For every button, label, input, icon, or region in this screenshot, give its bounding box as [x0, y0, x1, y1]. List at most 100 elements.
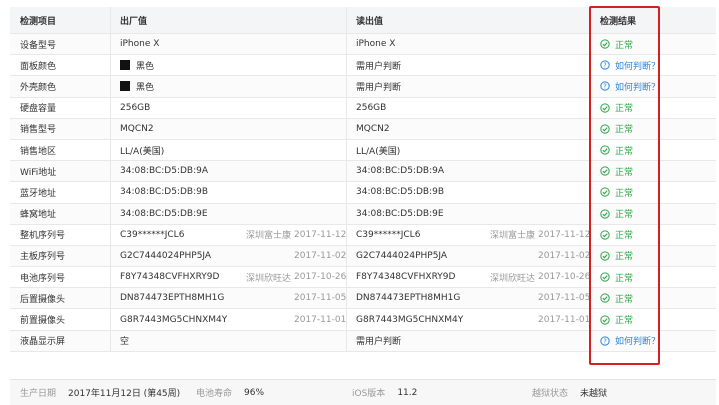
read-value-cell: F8Y74348CVFHXRY9D 深圳欣旺达 2017-10-26 [346, 267, 591, 288]
result-cell: 正常 [590, 97, 716, 118]
factory-value-cell: 黑色 [110, 55, 346, 76]
header-item: 检测项目 [20, 16, 57, 27]
check-circle-icon [600, 230, 615, 240]
result-cell: 正常 [590, 34, 716, 55]
svg-text:?: ? [603, 83, 607, 91]
header-result: 检测结果 [590, 7, 716, 33]
result-status: 正常 [600, 207, 633, 220]
read-date: 2017-10-26 [538, 272, 591, 283]
footer-battery-life: 电池寿命 96% [196, 387, 265, 400]
check-circle-icon [600, 166, 615, 176]
footer-ios-version: iOS版本 11.2 [352, 387, 418, 400]
read-value: 需用户判断 [356, 82, 402, 93]
result-text: 正常 [615, 210, 634, 221]
item-label: 设备型号 [20, 40, 57, 51]
svg-text:?: ? [603, 62, 607, 70]
result-cell: ? 如何判断？ [590, 55, 716, 76]
read-value: 256GB [356, 102, 387, 113]
table-row: 外壳颜色 黑色 需用户判断? 如何判断？ [10, 76, 716, 98]
factory-value: DN874473EPTH8MH1G [120, 293, 225, 304]
read-value-cell: 256GB [346, 97, 590, 118]
read-date: 2017-11-12 [538, 229, 591, 240]
read-value: G2C7444024PHP5JA [356, 250, 448, 261]
factory-value-cell: MQCN2 [110, 118, 346, 139]
result-text: 正常 [615, 146, 634, 157]
result-status: 正常 [600, 313, 633, 326]
header-factory: 出厂值 [110, 7, 346, 33]
result-text: 正常 [615, 167, 634, 178]
inspection-table: 检测项目 出厂值 读出值 检测结果 设备型号 iPhone X iPhone X 正常… [10, 7, 716, 352]
read-value-cell: C39******JCL6 深圳富士康 2017-11-12 [346, 224, 591, 245]
result-cell: 正常 [590, 224, 716, 245]
color-swatch [120, 81, 130, 92]
result-text: 正常 [615, 40, 634, 51]
check-circle-icon [600, 293, 615, 304]
read-date: 2017-11-01 [538, 314, 591, 325]
result-text: 如何判断？ [615, 82, 661, 93]
device-summary-footer: 生产日期 2017年11月12日 (第45周) 电池寿命 96% iOS版本 1… [10, 379, 716, 405]
result-cell: ? 如何判断？ [590, 330, 716, 351]
read-value-cell: 需用户判断 [346, 55, 590, 76]
read-value-cell: G2C7444024PHP5JA 2017-11-02 [346, 245, 591, 267]
result-status: 正常 [600, 122, 633, 135]
result-text: 正常 [615, 188, 634, 199]
factory-date: 2017-11-02 [294, 250, 347, 261]
table-row: 销售型号 MQCN2 MQCN2 正常 [10, 118, 716, 140]
result-status: 正常 [600, 144, 633, 157]
result-status: 正常 [600, 228, 633, 241]
result-text: 正常 [615, 104, 634, 115]
read-value-cell: DN874473EPTH8MH1G 2017-11-05 [346, 288, 590, 309]
factory-value: G8R7443MG5CHNXM4Y [120, 314, 228, 325]
factory-value-cell: G2C7444024PHP5JA 2017-11-02 [110, 245, 347, 267]
table-row: WiFi地址 34:08:BC:D5:DB:9A 34:08:BC:D5:DB:9A… [10, 161, 716, 183]
table-row: 面板颜色 黑色 需用户判断? 如何判断？ [10, 55, 716, 77]
factory-value-cell: LL/A(美国) [110, 139, 346, 161]
result-text: 正常 [615, 231, 634, 242]
factory-value: 空 [120, 337, 130, 348]
item-label: 主板序列号 [20, 252, 66, 263]
result-cell: 正常 [590, 139, 716, 161]
result-status: 正常 [600, 271, 633, 284]
table-row: 硬盘容量 256GB 256GB 正常 [10, 97, 716, 119]
item-label: 销售地区 [20, 146, 57, 157]
table-row: 蜂窝地址 34:08:BC:D5:DB:9E 34:08:BC:D5:DB:9E 正常 [10, 203, 716, 225]
check-circle-icon [600, 102, 615, 113]
table-row: 液晶显示屏 空 需用户判断? 如何判断？ [10, 330, 716, 352]
check-circle-icon [600, 314, 615, 325]
how-to-judge-link[interactable]: ? 如何判断？ [600, 59, 660, 72]
read-source: 深圳富士康 [489, 231, 535, 242]
how-to-judge-link[interactable]: ? 如何判断？ [600, 334, 660, 347]
factory-value-cell: 黑色 [110, 76, 346, 97]
read-value: G8R7443MG5CHNXM4Y [356, 314, 464, 325]
result-text: 如何判断？ [615, 61, 661, 72]
item-label: 硬盘容量 [20, 104, 57, 115]
check-circle-icon [600, 124, 615, 134]
read-value: 需用户判断 [356, 337, 402, 348]
read-value: LL/A(美国) [356, 146, 401, 157]
read-value: F8Y74348CVFHXRY9D [356, 272, 456, 283]
factory-value: 34:08:BC:D5:DB:9B [120, 187, 209, 198]
read-source: 深圳欣旺达 [489, 273, 535, 284]
factory-source: 深圳富士康 [245, 231, 291, 242]
how-to-judge-link[interactable]: ? 如何判断？ [600, 80, 660, 93]
read-value: 34:08:BC:D5:DB:9E [356, 208, 444, 219]
footer-production-date: 生产日期 2017年11月12日 (第45周) [20, 389, 181, 399]
factory-date: 2017-11-05 [294, 293, 347, 304]
factory-value-cell: DN874473EPTH8MH1G 2017-11-05 [110, 288, 347, 309]
svg-text:?: ? [603, 337, 607, 345]
read-value: C39******JCL6 [356, 229, 421, 240]
factory-value: G2C7444024PHP5JA [120, 250, 212, 261]
table-row: 前置摄像头 G8R7443MG5CHNXM4Y 2017-11-01 G8R7443M… [10, 309, 716, 331]
factory-value: F8Y74348CVFHXRY9D [120, 272, 220, 283]
factory-value-cell: 34:08:BC:D5:DB:9A [110, 161, 346, 182]
result-text: 正常 [615, 125, 634, 136]
read-value: 需用户判断 [356, 61, 402, 72]
item-label: 电池序列号 [20, 273, 66, 284]
table-row: 设备型号 iPhone X iPhone X 正常 [10, 34, 716, 56]
result-status: 正常 [600, 249, 633, 262]
table-row: 蓝牙地址 34:08:BC:D5:DB:9B 34:08:BC:D5:DB:9B 正常 [10, 182, 716, 204]
read-value: MQCN2 [356, 123, 390, 134]
read-value: 34:08:BC:D5:DB:9A [356, 166, 445, 177]
read-date: 2017-11-02 [538, 250, 591, 261]
factory-value-cell: C39******JCL6 深圳富士康 2017-11-12 [110, 224, 346, 245]
